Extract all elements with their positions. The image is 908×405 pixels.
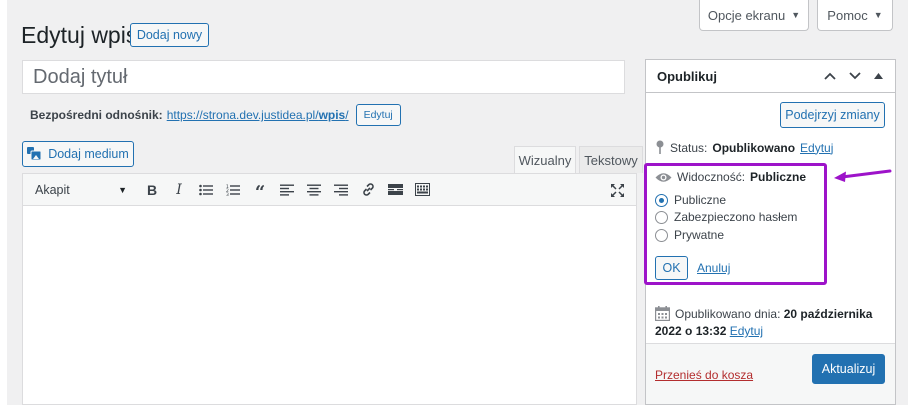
caret-down-icon: ▼ [791, 10, 801, 20]
svg-text:3: 3 [226, 192, 229, 196]
update-button[interactable]: Aktualizuj [812, 354, 885, 384]
add-media-label: Dodaj medium [48, 147, 129, 161]
status-row: Status: Opublikowano Edytuj [655, 140, 833, 155]
toolbar-toggle-icon[interactable] [411, 179, 433, 201]
screen-options-label: Opcje ekranu [707, 7, 786, 23]
published-label: Opublikowano dnia: [675, 307, 781, 321]
format-select[interactable]: Akapit ▼ [35, 179, 127, 201]
calendar-icon [655, 306, 670, 321]
italic-icon[interactable]: I [168, 179, 190, 201]
link-icon[interactable] [357, 179, 379, 201]
editor-content-area[interactable] [22, 206, 637, 405]
published-time-row: 2022 o 13:32 Edytuj [655, 324, 763, 338]
move-to-trash-link[interactable]: Przenieś do kosza [655, 368, 753, 382]
blockquote-icon[interactable]: “ [249, 179, 271, 203]
caret-down-icon: ▼ [873, 10, 883, 20]
align-left-icon[interactable] [276, 179, 298, 201]
align-right-icon[interactable] [330, 179, 352, 201]
add-media-button[interactable]: Dodaj medium [22, 141, 134, 167]
collapse-toggle-icon[interactable] [874, 73, 883, 79]
published-date-row: Opublikowano dnia: 20 października [655, 306, 872, 323]
preview-changes-button[interactable]: Podejrzyj zmiany [780, 102, 885, 128]
post-title-input[interactable]: Dodaj tytuł [22, 60, 625, 94]
status-edit-link[interactable]: Edytuj [800, 141, 833, 155]
media-icon [27, 147, 42, 161]
published-date: 20 października [783, 307, 873, 321]
publish-box-title: Opublikuj [657, 68, 717, 84]
published-edit-link[interactable]: Edytuj [730, 324, 763, 338]
editor-toolbar: Akapit ▼ B I 123 “ [22, 173, 637, 206]
numbered-list-icon[interactable]: 123 [222, 179, 244, 201]
screen-options-button[interactable]: Opcje ekranu ▼ [699, 0, 809, 31]
permalink-edit-button[interactable]: Edytuj [355, 104, 401, 126]
read-more-icon[interactable] [384, 179, 406, 201]
move-down-icon[interactable] [849, 72, 861, 80]
annotation-arrow-icon [834, 169, 892, 182]
publish-box-footer: Przenieś do kosza Aktualizuj [646, 343, 895, 404]
format-select-value: Akapit [35, 182, 70, 197]
tab-visual[interactable]: Wizualny [514, 146, 576, 173]
post-title-placeholder: Dodaj tytuł [33, 65, 128, 88]
caret-down-icon: ▼ [118, 184, 127, 195]
status-label: Status: [670, 140, 708, 155]
bullet-list-icon[interactable] [195, 179, 217, 201]
published-time: 2022 o 13:32 [655, 324, 727, 338]
help-button[interactable]: Pomoc ▼ [817, 0, 893, 31]
align-center-icon[interactable] [303, 179, 325, 201]
permalink-row: Bezpośredni odnośnik: https://strona.dev… [30, 104, 401, 126]
permalink-link[interactable]: https://strona.dev.justidea.pl/wpis/ [167, 108, 349, 122]
page-title: Edytuj wpis [21, 22, 138, 48]
tab-text[interactable]: Tekstowy [579, 146, 643, 173]
publish-box-header: Opublikuj [646, 60, 895, 93]
add-new-button[interactable]: Dodaj nowy [130, 23, 209, 47]
help-label: Pomoc [827, 7, 868, 23]
bold-icon[interactable]: B [141, 179, 163, 201]
fullscreen-icon[interactable] [606, 179, 628, 201]
pin-icon [656, 140, 664, 154]
visibility-highlight-box [644, 163, 827, 285]
status-value: Opublikowano [712, 140, 796, 155]
permalink-label: Bezpośredni odnośnik: [30, 108, 163, 122]
move-up-icon[interactable] [824, 72, 836, 80]
